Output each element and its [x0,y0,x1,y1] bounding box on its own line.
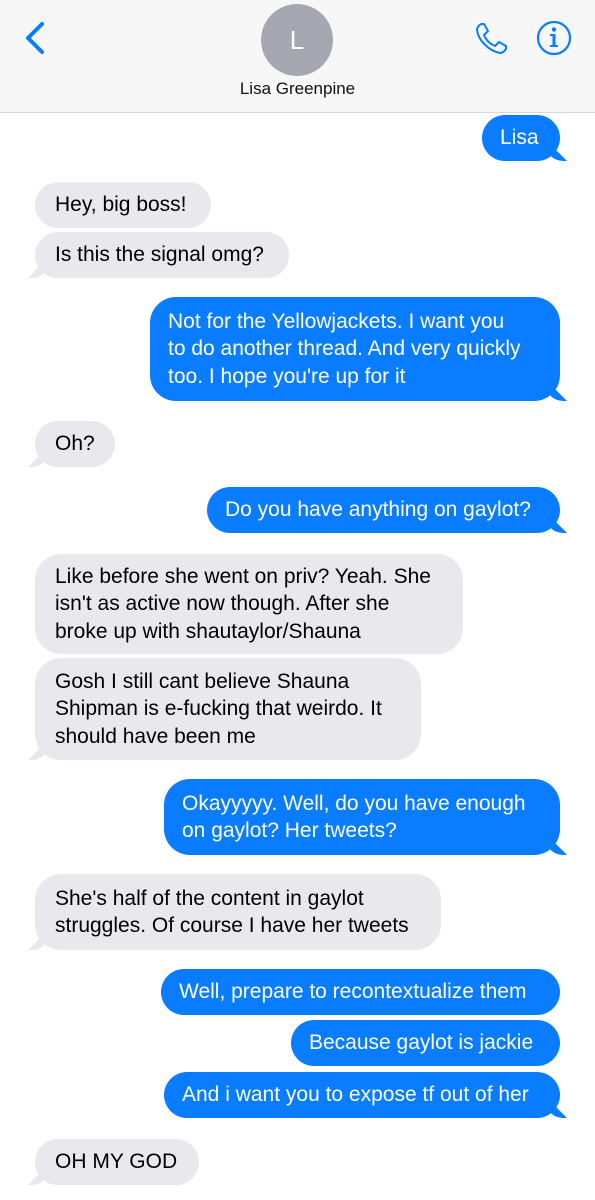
back-button[interactable] [20,18,50,58]
message-bubble-sent[interactable]: Not for the Yellowjackets. I want you to… [150,297,560,401]
conversation-header: L Lisa Greenpine [0,0,595,113]
message-bubble-received[interactable]: Like before she went on priv? Yeah. She … [35,554,463,654]
message-bubble-sent[interactable]: Do you have anything on gaylot? [207,487,560,533]
message-text: Hey, big boss! [55,193,187,217]
message-text: Okayyyyy. Well, do you have enough on ga… [182,791,526,843]
message-text: Is this the signal omg? [55,243,264,267]
message-text: Do you have anything on gaylot? [225,498,531,522]
chevron-left-icon [26,22,44,54]
message-bubble-received[interactable]: Gosh I still cant believe Shauna Shipman… [35,658,421,760]
message-text: Like before she went on priv? Yeah. She … [55,564,431,643]
message-bubble-received[interactable]: Hey, big boss! [35,182,211,228]
message-bubble-sent[interactable]: Well, prepare to recontextualize them [161,969,560,1015]
message-text: She's half of the content in gaylot stru… [55,886,409,938]
phone-icon [476,23,507,54]
message-bubble-sent[interactable]: Okayyyyy. Well, do you have enough on ga… [164,779,560,855]
message-text: Gosh I still cant believe Shauna Shipman… [55,669,382,748]
info-icon [536,20,572,56]
message-bubble-received[interactable]: Oh? [35,421,115,467]
message-bubble-received[interactable]: She's half of the content in gaylot stru… [35,874,441,950]
message-text: Well, prepare to recontextualize them [179,980,527,1004]
call-button[interactable] [472,18,512,58]
contact-name[interactable]: Lisa Greenpine [0,79,595,99]
message-text: Oh? [55,432,95,456]
message-text: Not for the Yellowjackets. I want you to… [168,309,521,388]
message-bubble-sent[interactable]: Lisa [482,115,560,161]
message-text: OH MY GOD [55,1150,178,1174]
message-bubble-received[interactable]: Is this the signal omg? [35,232,289,278]
message-text: Lisa [500,126,539,150]
message-bubble-sent[interactable]: Because gaylot is jackie [291,1020,560,1066]
message-bubble-sent[interactable]: And i want you to expose tf out of her [164,1072,560,1118]
message-bubble-received[interactable]: OH MY GOD [35,1139,199,1185]
message-text: And i want you to expose tf out of her [182,1083,529,1107]
info-button[interactable] [534,18,574,58]
avatar[interactable]: L [261,4,333,76]
message-text: Because gaylot is jackie [309,1031,534,1055]
